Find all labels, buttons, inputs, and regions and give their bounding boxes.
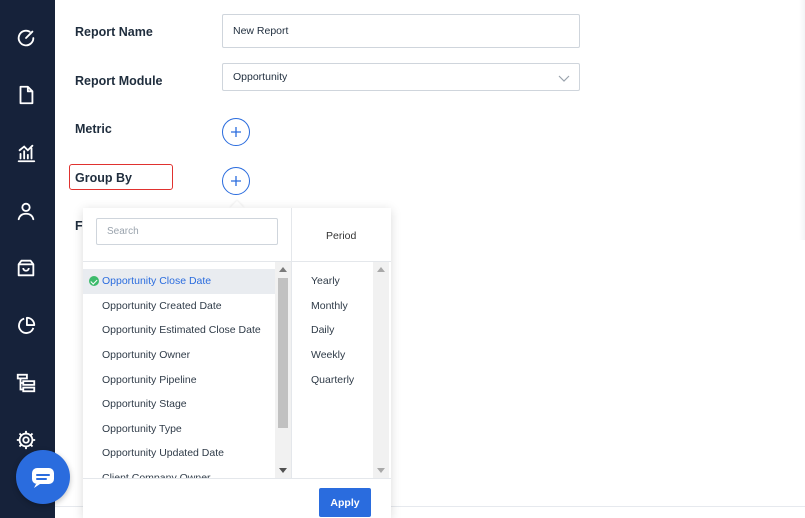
- plus-icon: [231, 127, 241, 137]
- period-list-scrollbar[interactable]: [373, 262, 389, 478]
- check-circle-icon: [89, 276, 99, 287]
- field-option[interactable]: Opportunity Stage: [83, 392, 275, 417]
- chat-icon: [32, 468, 54, 488]
- field-option-label: Opportunity Close Date: [102, 275, 212, 288]
- report-name-input[interactable]: [222, 14, 580, 48]
- period-option[interactable]: Quarterly: [311, 367, 354, 392]
- scroll-thumb[interactable]: [278, 278, 288, 428]
- group-by-label: Group By: [75, 171, 132, 185]
- field-list: Opportunity Close Date Opportunity Creat…: [83, 269, 275, 478]
- scroll-down-arrow-icon[interactable]: [279, 468, 287, 473]
- period-list: Yearly Monthly Daily Weekly Quarterly: [311, 269, 354, 392]
- footer-divider: [83, 478, 391, 479]
- field-option[interactable]: Opportunity Type: [83, 417, 275, 442]
- scroll-down-arrow-icon[interactable]: [377, 468, 385, 473]
- gear-icon[interactable]: [14, 428, 38, 452]
- field-option[interactable]: Opportunity Estimated Close Date: [83, 318, 275, 343]
- report-name-label: Report Name: [75, 25, 153, 39]
- period-option[interactable]: Weekly: [311, 343, 354, 368]
- field-option[interactable]: Opportunity Owner: [83, 343, 275, 368]
- inbox-icon[interactable]: [14, 256, 38, 280]
- scroll-up-arrow-icon[interactable]: [377, 267, 385, 272]
- group-by-dropdown: Period Opportunity Close Date Opportunit…: [83, 208, 391, 518]
- add-group-by-button[interactable]: [222, 167, 250, 195]
- metric-label: Metric: [75, 122, 112, 136]
- sidebar: [0, 0, 55, 518]
- search-input[interactable]: [96, 218, 278, 245]
- speedometer-icon[interactable]: [14, 26, 38, 50]
- apply-button[interactable]: Apply: [319, 488, 371, 517]
- bar-chart-icon[interactable]: [14, 141, 38, 165]
- plus-icon: [231, 176, 241, 186]
- report-module-value: Opportunity: [233, 71, 288, 83]
- header-divider: [83, 261, 391, 262]
- panel-edge: [799, 0, 805, 240]
- add-metric-button[interactable]: [222, 118, 250, 146]
- hierarchy-icon[interactable]: [14, 371, 38, 395]
- period-option[interactable]: Daily: [311, 318, 354, 343]
- document-icon[interactable]: [14, 83, 38, 107]
- user-icon[interactable]: [14, 199, 38, 223]
- scroll-up-arrow-icon[interactable]: [279, 267, 287, 272]
- period-option[interactable]: Yearly: [311, 269, 354, 294]
- field-option[interactable]: Client Company Owner: [83, 466, 275, 478]
- field-option[interactable]: Opportunity Updated Date: [83, 441, 275, 466]
- field-option[interactable]: Opportunity Close Date: [83, 269, 275, 294]
- field-list-scrollbar[interactable]: [275, 262, 291, 478]
- column-divider: [291, 208, 292, 478]
- period-header: Period: [326, 230, 357, 242]
- report-module-label: Report Module: [75, 74, 163, 88]
- report-module-select[interactable]: Opportunity: [222, 63, 580, 91]
- chat-launcher-button[interactable]: [16, 450, 70, 504]
- report-builder: Report Name Report Module Opportunity Me…: [55, 0, 805, 518]
- chevron-down-icon: [558, 75, 570, 82]
- field-option[interactable]: Opportunity Pipeline: [83, 367, 275, 392]
- field-option[interactable]: Opportunity Created Date: [83, 294, 275, 319]
- pie-chart-icon[interactable]: [14, 314, 38, 338]
- period-option[interactable]: Monthly: [311, 294, 354, 319]
